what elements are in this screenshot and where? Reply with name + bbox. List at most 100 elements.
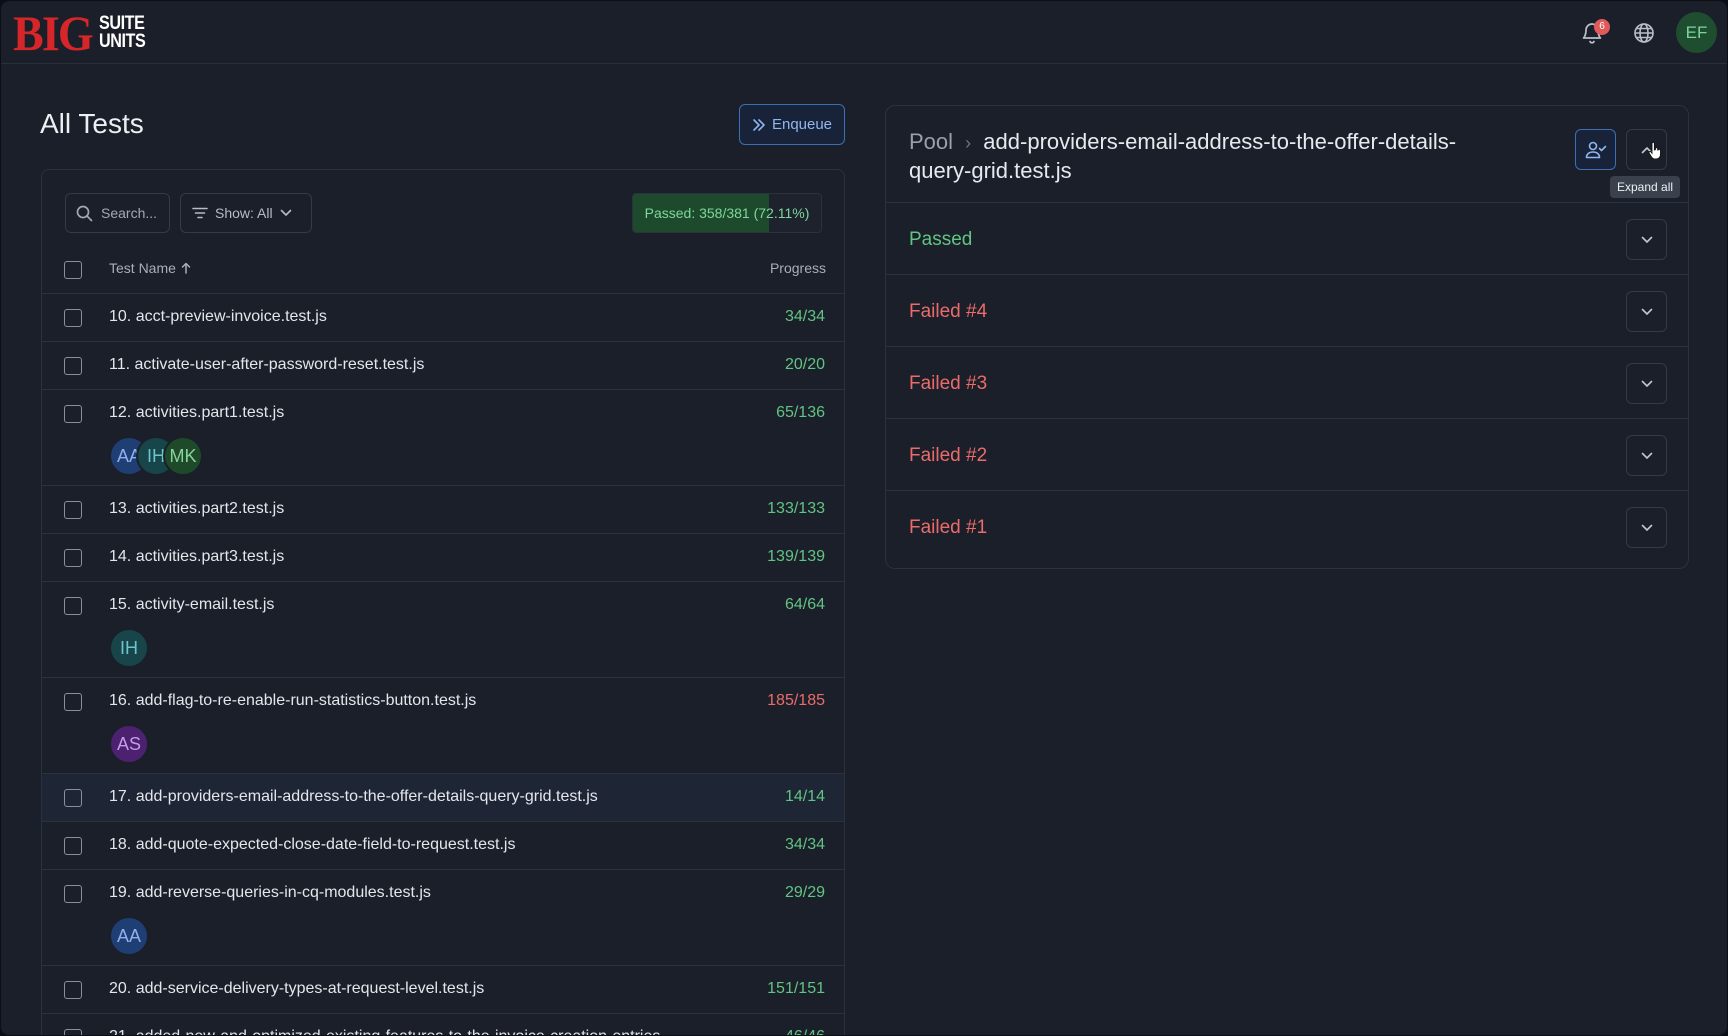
row-checkbox[interactable]	[64, 693, 82, 711]
search-placeholder: Search...	[101, 205, 158, 221]
result-section[interactable]: Passed	[886, 202, 1688, 274]
tests-table-card: Search... Show: All Passed: 358/381 (72.…	[41, 169, 845, 1035]
row-checkbox[interactable]	[64, 357, 82, 375]
row-checkbox[interactable]	[64, 597, 82, 615]
row-checkbox[interactable]	[64, 837, 82, 855]
chevron-down-icon	[1641, 452, 1652, 459]
expand-section-button[interactable]	[1626, 291, 1667, 332]
sort-arrow-up-icon	[181, 262, 191, 274]
test-name: 19. add-reverse-queries-in-cq-modules.te…	[109, 884, 431, 901]
test-name: 14. activities.part3.test.js	[109, 548, 285, 565]
select-all-checkbox[interactable]	[64, 261, 82, 279]
table-row[interactable]: 10. acct-preview-invoice.test.js 34/34	[42, 294, 844, 342]
test-progress: 14/14	[784, 788, 825, 805]
user-avatar[interactable]: EF	[1676, 12, 1717, 53]
table-row[interactable]: 14. activities.part3.test.js 139/139	[42, 534, 844, 582]
show-filter-dropdown[interactable]: Show: All	[180, 193, 312, 233]
language-button[interactable]	[1626, 15, 1662, 51]
notifications-button[interactable]: 6	[1574, 15, 1610, 51]
double-chevron-right-icon	[753, 118, 765, 131]
test-progress: 34/34	[784, 836, 825, 853]
assignee-avatars: AA IH MK	[109, 436, 203, 476]
row-checkbox[interactable]	[64, 549, 82, 567]
chevron-down-icon	[1641, 380, 1652, 387]
expand-all-button[interactable]	[1626, 129, 1667, 170]
chevron-down-icon	[1641, 308, 1652, 315]
test-progress: 46/46	[785, 1028, 825, 1035]
row-checkbox[interactable]	[64, 789, 82, 807]
test-name: 20. add-service-delivery-types-at-reques…	[109, 980, 485, 997]
table-row[interactable]: 16. add-flag-to-re-enable-run-statistics…	[42, 678, 844, 774]
filter-icon	[192, 207, 208, 219]
row-checkbox[interactable]	[64, 885, 82, 903]
test-name: 21. added-new-and-optimized-existing-fea…	[109, 1028, 660, 1035]
assignee-avatars: IH	[109, 628, 149, 668]
assignee-avatars: AS	[109, 724, 149, 764]
enqueue-button[interactable]: Enqueue	[739, 104, 845, 145]
assign-user-button[interactable]	[1575, 129, 1616, 170]
expand-section-button[interactable]	[1626, 219, 1667, 260]
result-section-label: Failed #3	[909, 373, 988, 394]
breadcrumb: Pool › add-providers-email-address-to-th…	[909, 128, 1509, 185]
column-header-test-name-label: Test Name	[109, 260, 176, 276]
table-row[interactable]: 11. activate-user-after-password-reset.t…	[42, 342, 844, 390]
table-row[interactable]: 12. activities.part1.test.js 65/136 AA IH MK	[42, 390, 844, 486]
assignee-avatar[interactable]: AA	[109, 916, 149, 956]
chevron-down-icon	[1641, 524, 1652, 531]
expand-all-tooltip: Expand all	[1610, 176, 1681, 198]
passed-progress-bar: Passed: 358/381 (72.11%)	[632, 193, 822, 233]
breadcrumb-root[interactable]: Pool	[909, 129, 953, 154]
result-section[interactable]: Failed #2	[886, 418, 1688, 490]
expand-section-button[interactable]	[1626, 435, 1667, 476]
test-name: 18. add-quote-expected-close-date-field-…	[109, 836, 516, 853]
test-detail-panel: Pool › add-providers-email-address-to-th…	[885, 105, 1689, 569]
table-body: 10. acct-preview-invoice.test.js 34/34 11.…	[42, 294, 844, 1035]
row-checkbox[interactable]	[64, 309, 82, 327]
table-row[interactable]: 20. add-service-delivery-types-at-reques…	[42, 966, 844, 1014]
logo-line-2: UNITS	[98, 31, 146, 52]
table-row[interactable]: 21. added-new-and-optimized-existing-fea…	[42, 1014, 844, 1035]
column-header-test-name[interactable]: Test Name	[109, 260, 191, 276]
logo[interactable]: BIG SUITE UNITS	[13, 5, 153, 61]
search-input[interactable]: Search...	[65, 193, 170, 233]
test-name: 16. add-flag-to-re-enable-run-statistics…	[109, 692, 477, 709]
notification-count-badge: 6	[1594, 19, 1610, 35]
test-progress: 151/151	[767, 980, 825, 997]
assignee-avatar[interactable]: MK	[163, 436, 203, 476]
result-section-label: Passed	[909, 229, 973, 250]
row-checkbox[interactable]	[64, 501, 82, 519]
table-row[interactable]: 18. add-quote-expected-close-date-field-…	[42, 822, 844, 870]
breadcrumb-separator-icon: ›	[965, 133, 972, 153]
test-name: 11. activate-user-after-password-reset.t…	[109, 356, 425, 373]
test-progress: 139/139	[767, 548, 825, 565]
test-progress: 64/64	[784, 596, 825, 613]
assignee-avatar[interactable]: AS	[109, 724, 149, 764]
row-checkbox[interactable]	[64, 1029, 82, 1035]
assignee-avatars: AA	[109, 916, 149, 956]
column-header-progress[interactable]: Progress	[770, 260, 826, 276]
table-row[interactable]: 13. activities.part2.test.js 133/133	[42, 486, 844, 534]
row-checkbox[interactable]	[64, 981, 82, 999]
logo-big-text: BIG	[13, 5, 94, 61]
row-checkbox[interactable]	[64, 405, 82, 423]
test-name: 12. activities.part1.test.js	[109, 404, 285, 421]
result-section-label: Failed #2	[909, 445, 988, 466]
test-name: 13. activities.part2.test.js	[109, 500, 285, 517]
breadcrumb-current: add-providers-email-address-to-the-offer…	[909, 129, 1457, 183]
test-progress: 65/136	[776, 404, 825, 421]
expand-section-button[interactable]	[1626, 363, 1667, 404]
result-section[interactable]: Failed #4	[886, 274, 1688, 346]
table-row[interactable]: 17. add-providers-email-address-to-the-o…	[42, 774, 844, 822]
expand-section-button[interactable]	[1626, 507, 1667, 548]
chevron-down-icon	[280, 209, 291, 216]
test-progress: 133/133	[767, 500, 825, 517]
result-section-label: Failed #1	[909, 517, 988, 538]
hand-cursor-icon	[1648, 142, 1661, 159]
result-section[interactable]: Failed #3	[886, 346, 1688, 418]
table-row[interactable]: 15. activity-email.test.js 64/64 IH	[42, 582, 844, 678]
test-progress: 34/34	[784, 308, 825, 325]
result-section[interactable]: Failed #1	[886, 490, 1688, 562]
assignee-avatar[interactable]: IH	[109, 628, 149, 668]
result-section-label: Failed #4	[909, 301, 988, 322]
table-row[interactable]: 19. add-reverse-queries-in-cq-modules.te…	[42, 870, 844, 966]
